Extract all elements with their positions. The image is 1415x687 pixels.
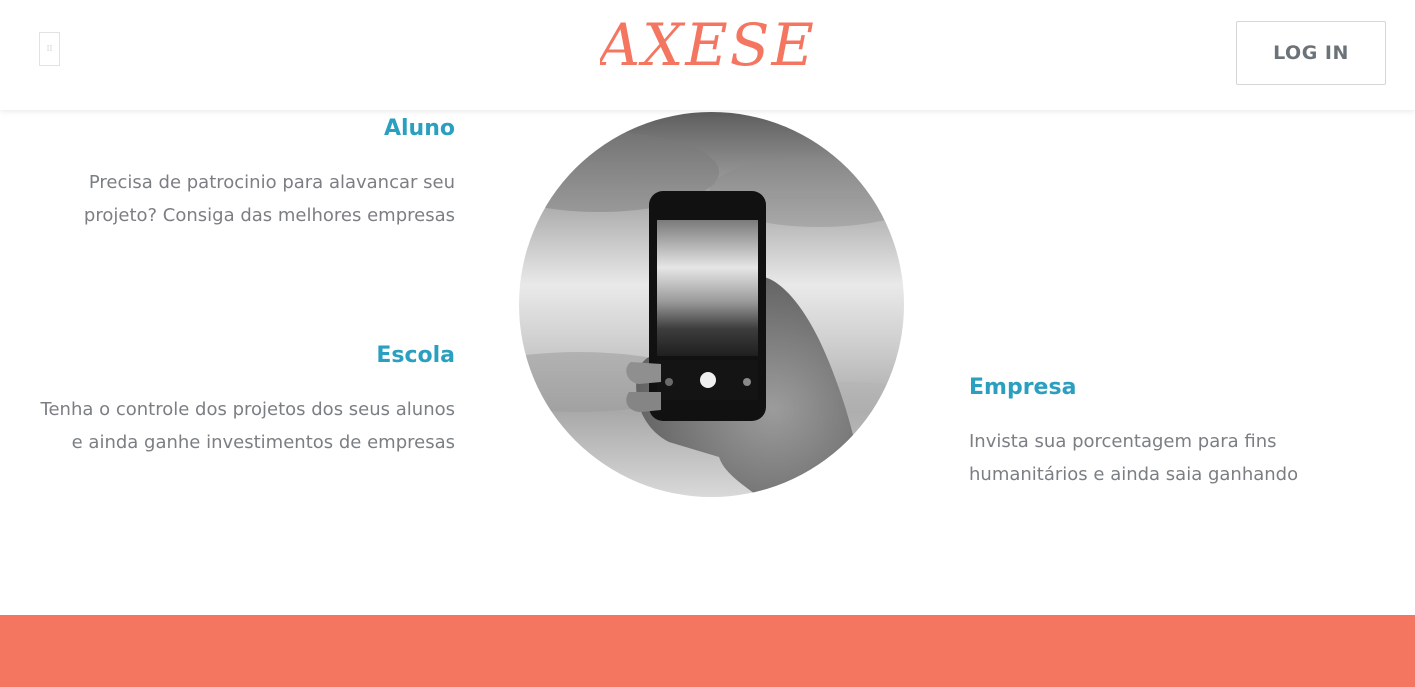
- menu-icon[interactable]: ⁞⁞: [39, 32, 60, 66]
- logo-text: AXESE: [600, 11, 815, 79]
- feature-aluno: Aluno Precisa de patrocinio para alavanc…: [40, 116, 455, 232]
- login-button[interactable]: LOG IN: [1236, 21, 1386, 85]
- menu-icon-glyph: ⁞⁞: [46, 43, 53, 54]
- feature-title: Escola: [376, 343, 455, 368]
- feature-empresa: Empresa Invista sua porcentagem para fin…: [969, 375, 1389, 491]
- navbar: ⁞⁞ AXESE LOG IN: [0, 0, 1415, 110]
- feature-description: Invista sua porcentagem para fins humani…: [969, 431, 1299, 485]
- feature-description: Precisa de patrocinio para alavancar seu…: [83, 172, 455, 226]
- logo[interactable]: AXESE: [600, 10, 815, 84]
- feature-description: Tenha o controle dos projetos dos seus a…: [40, 399, 455, 453]
- feature-title: Empresa: [969, 375, 1077, 400]
- feature-title: Aluno: [383, 116, 455, 141]
- footer-band: [0, 615, 1415, 687]
- feature-escola: Escola Tenha o controle dos projetos dos…: [40, 343, 455, 459]
- phone-photo: [519, 112, 904, 497]
